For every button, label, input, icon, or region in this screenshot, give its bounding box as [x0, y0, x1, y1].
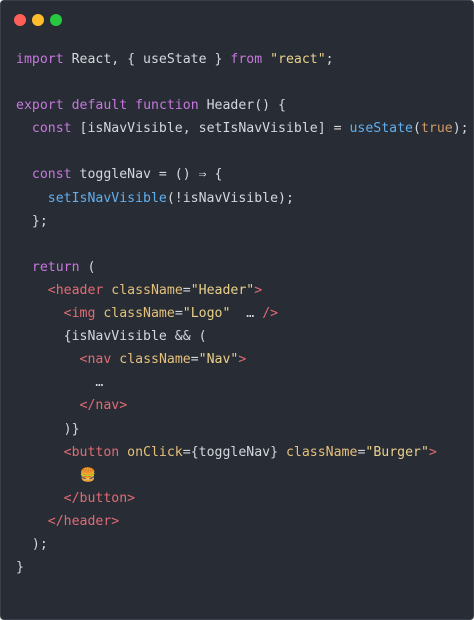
code-line: const [isNavVisible, setIsNavVisible] = … [16, 117, 469, 140]
code-token: useState [349, 121, 414, 137]
code-token: = [174, 306, 183, 322]
code-token: <button [63, 444, 120, 460]
code-token: "Nav" [198, 352, 239, 368]
code-line: </header> [16, 510, 465, 533]
code-block: import React, { useState } from "react";… [16, 48, 469, 579]
code-token: </nav> [79, 398, 128, 414]
code-token: {isNavVisible && ( [16, 329, 207, 345]
code-token: "Header" [190, 282, 255, 298]
code-token: = [182, 282, 191, 298]
code-token: (!isNavVisible); [166, 190, 294, 206]
code-token: … [230, 306, 263, 322]
code-token: default [71, 98, 128, 114]
code-line: import React, { useState } from "react"; [16, 48, 465, 71]
code-token: ); [16, 536, 48, 552]
code-line: setIsNavVisible(!isNavVisible); [16, 187, 465, 210]
close-dot-icon[interactable] [14, 14, 26, 26]
minimize-dot-icon[interactable] [32, 14, 44, 26]
code-token: className [103, 306, 175, 322]
code-line: 🍔 [16, 464, 465, 487]
code-token: setIsNavVisible [47, 190, 167, 206]
code-token: return [31, 259, 80, 275]
code-token: className [119, 352, 191, 368]
code-line: return ( [16, 256, 465, 279]
code-token: className [111, 282, 183, 298]
code-token: const [31, 167, 72, 183]
window-titlebar [1, 1, 473, 39]
burger-emoji-icon: 🍔 [79, 467, 96, 483]
code-token: </header> [47, 513, 120, 529]
code-line: <img className="Logo" … /> [16, 302, 465, 325]
code-line: <header className="Header"> [16, 279, 465, 302]
code-token: ={toggleNav} [182, 444, 286, 460]
code-token: "Logo" [182, 306, 231, 322]
code-token: [isNavVisible, setIsNavVisible] = [71, 121, 350, 137]
code-line: }; [16, 210, 465, 233]
code-token: )} [16, 421, 80, 437]
code-line: export default function Header() { [16, 94, 465, 117]
code-window: import React, { useState } from "react";… [0, 0, 474, 620]
code-line: )} [16, 418, 465, 441]
code-token: "Burger" [365, 444, 429, 460]
code-token: ( [413, 121, 421, 137]
code-line: <button onClick={toggleNav} className="B… [16, 441, 465, 464]
code-token: className [285, 444, 358, 460]
code-line: <nav className="Nav"> [16, 348, 465, 371]
code-token: from [230, 52, 263, 67]
code-token: React, { useState } [63, 52, 231, 67]
code-line: </nav> [16, 394, 465, 417]
code-token: ( [79, 259, 96, 275]
code-token: Header() { [198, 98, 286, 114]
code-token: ; [325, 52, 334, 67]
code-token: > [238, 352, 247, 368]
code-token: export [16, 98, 64, 114]
code-token: }; [16, 213, 48, 229]
code-line: {isNavVisible && ( [16, 325, 465, 348]
code-token: function [135, 98, 199, 114]
code-token: <nav [79, 352, 112, 368]
code-line: const toggleNav = () ⇒ { [16, 163, 465, 186]
code-token: > [254, 282, 263, 298]
code-token: toggleNav = () ⇒ { [71, 167, 223, 183]
code-token: = [190, 352, 199, 368]
code-token: </button> [63, 490, 136, 506]
code-token: onClick [127, 444, 183, 460]
code-token: … [16, 375, 104, 391]
code-token: <header [47, 282, 104, 298]
code-token: import [16, 52, 64, 67]
code-line: } [16, 556, 465, 579]
code-token: ); [452, 121, 469, 137]
code-token: const [31, 121, 72, 137]
code-line: … [16, 371, 465, 394]
code-token: /> [262, 306, 279, 322]
code-line: ); [16, 533, 465, 556]
code-line: </button> [16, 487, 465, 510]
code-token: } [16, 560, 24, 576]
code-token: "react" [270, 52, 326, 67]
code-token: true [420, 121, 453, 137]
code-token: > [428, 444, 437, 460]
maximize-dot-icon[interactable] [50, 14, 62, 26]
code-token: <img [63, 306, 96, 322]
